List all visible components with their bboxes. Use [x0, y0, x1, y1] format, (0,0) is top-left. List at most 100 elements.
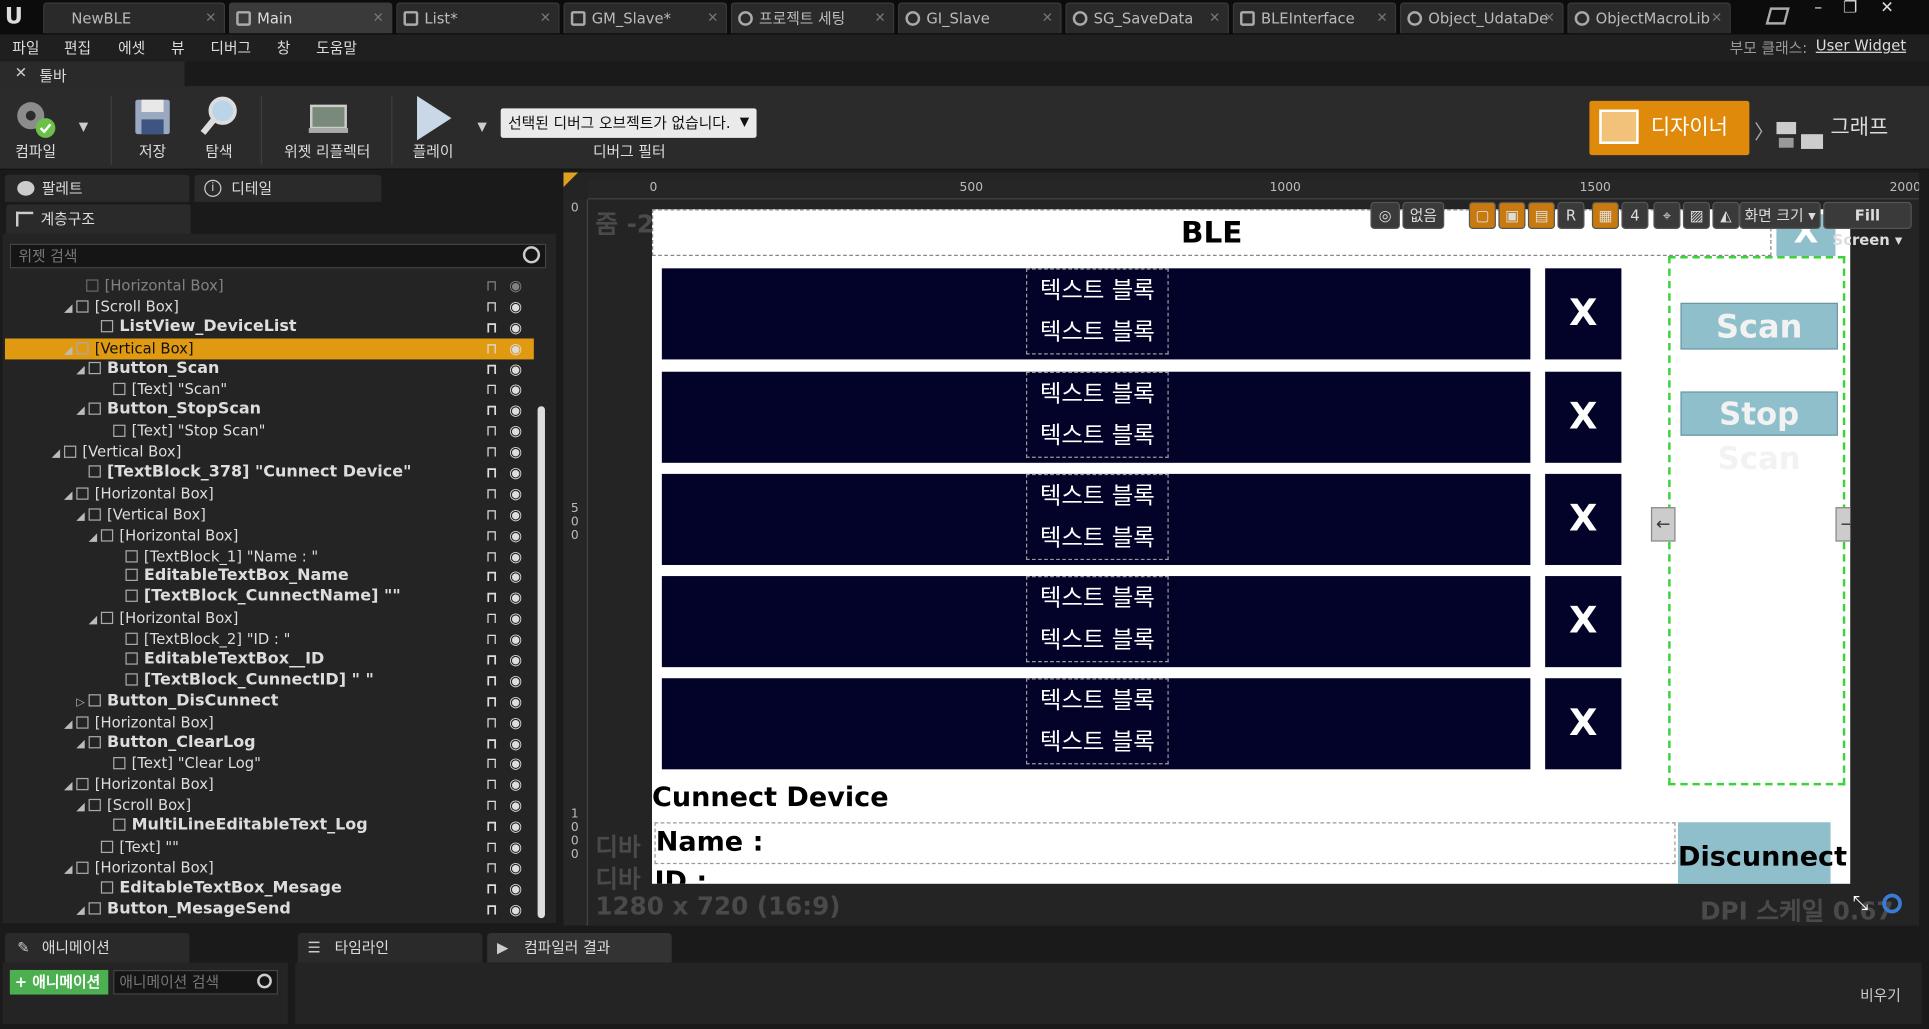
scan-vertical-box[interactable]: Scan Stop Scan	[1668, 256, 1846, 786]
visibility-eye-icon[interactable]: ◉	[509, 400, 522, 420]
lock-icon[interactable]: ▣	[1498, 201, 1526, 229]
outline-toggle-icon[interactable]: ▢	[1468, 201, 1496, 229]
tab-list[interactable]: List* ✕	[396, 2, 560, 34]
tab-close-icon[interactable]: ✕	[205, 4, 216, 34]
widget-canvas[interactable]: BLE X 텍스트 블록 텍스트 블록 X 텍스트 블록 텍스트 블록 X 텍스트 블록 텍스…	[652, 209, 1851, 884]
scan-button[interactable]: Scan	[1680, 302, 1838, 350]
visibility-eye-icon[interactable]: ◉	[509, 567, 522, 587]
play-dropdown-icon[interactable]: ▼	[477, 121, 486, 135]
grid-snap-icon[interactable]: ▦	[1591, 201, 1619, 229]
lock-icon[interactable]: ⊓	[486, 650, 498, 670]
add-animation-button[interactable]: + 애니메이션	[9, 969, 109, 995]
collapse-arrow-icon[interactable]: ◢	[76, 402, 88, 422]
tab-gi-slave[interactable]: GI_Slave ✕	[898, 2, 1062, 34]
lock-icon[interactable]: ⊓	[486, 899, 498, 919]
visibility-eye-icon[interactable]: ◉	[509, 546, 522, 566]
lock-icon[interactable]: ⊓	[486, 338, 498, 358]
collapse-arrow-icon[interactable]: ◢	[76, 507, 88, 527]
tree-row[interactable]: EditableTextBox_Mesage ⊓ ◉	[5, 879, 534, 900]
collapse-arrow-icon[interactable]: ◢	[76, 798, 88, 818]
collapse-arrow-icon[interactable]: ◢	[64, 341, 76, 361]
dpi-settings-gear-icon[interactable]	[1882, 893, 1902, 914]
screen-size-dropdown[interactable]: 화면 크기 ▾	[1739, 201, 1821, 229]
close-window-button[interactable]: ✕	[1872, 0, 1902, 20]
collapse-arrow-icon[interactable]: ◢	[89, 611, 101, 631]
hierarchy-scrollbar[interactable]	[537, 406, 545, 919]
lock-icon[interactable]: ⊓	[486, 837, 498, 857]
visibility-eye-icon[interactable]: ◉	[509, 442, 522, 462]
menu-help[interactable]: 도움말	[316, 37, 357, 58]
remove-device-button[interactable]: X	[1545, 576, 1622, 668]
remove-device-button[interactable]: X	[1545, 473, 1622, 565]
tab-main[interactable]: Main ✕	[228, 2, 393, 34]
collapse-arrow-icon[interactable]: ◢	[76, 734, 88, 754]
menu-view[interactable]: 뷰	[171, 37, 185, 58]
tree-row[interactable]: ◢ Button_ClearLog ⊓ ◉	[5, 733, 534, 754]
tree-row[interactable]: EditableTextBox__ID ⊓ ◉	[5, 650, 534, 671]
visibility-eye-icon[interactable]: ◉	[509, 276, 522, 296]
fill-screen-dropdown[interactable]: Fill Screen ▾	[1823, 201, 1912, 249]
tree-row[interactable]: EditableTextBox_Name ⊓ ◉	[5, 567, 534, 588]
lock-icon[interactable]: ⊓	[486, 775, 498, 795]
lock-icon[interactable]: ⊓	[486, 525, 498, 545]
menu-debug[interactable]: 디버그	[210, 37, 251, 58]
collapse-arrow-icon[interactable]: ◢	[76, 360, 88, 380]
tree-row[interactable]: [TextBlock_1] "Name : " ⊓ ◉	[5, 546, 534, 567]
browse-button[interactable]: 탐색	[194, 94, 243, 168]
content-browser-icon[interactable]	[1765, 7, 1790, 25]
tab-close-icon[interactable]: ✕	[1544, 4, 1555, 34]
tab-objectmacrolib[interactable]: ObjectMacroLib ✕	[1567, 2, 1731, 34]
device-list-item[interactable]: 텍스트 블록 텍스트 블록	[661, 678, 1531, 770]
device-list-item[interactable]: 텍스트 블록 텍스트 블록	[661, 473, 1531, 565]
tab-gm-slave[interactable]: GM_Slave* ✕	[563, 2, 728, 34]
lock-icon[interactable]: ⊓	[486, 588, 498, 608]
tree-row[interactable]: [TextBlock_378] "Cunnect Device" ⊓ ◉	[5, 463, 534, 484]
tree-row[interactable]: ◢ [Scroll Box] ⊓ ◉	[5, 795, 534, 816]
lock-icon[interactable]: ⊓	[486, 484, 498, 504]
menu-edit[interactable]: 편집	[64, 37, 91, 58]
lock-icon[interactable]: ⊓	[486, 297, 498, 317]
lock-icon[interactable]: ⊓	[486, 671, 498, 691]
designer-viewport[interactable]: 0 500 1000 1500 2000 0 5 0 0 1 0 0 0 줌 -2 디바 디…	[563, 172, 1920, 926]
visibility-eye-icon[interactable]: ◉	[509, 504, 522, 524]
tab-close-icon[interactable]: ✕	[372, 4, 383, 34]
minimize-button[interactable]: –	[1803, 0, 1833, 20]
lock-icon[interactable]: ⊓	[486, 858, 498, 878]
tab-close-icon[interactable]: ✕	[874, 4, 885, 34]
world-locale-icon[interactable]: ◎	[1370, 201, 1400, 229]
visibility-eye-icon[interactable]: ◉	[509, 712, 522, 732]
tree-row[interactable]: ◢ Button_Scan ⊓ ◉	[5, 359, 534, 380]
tree-row[interactable]: [Text] "Clear Log" ⊓ ◉	[5, 754, 534, 775]
resize-handle-icon[interactable]: ⤡	[1853, 891, 1869, 916]
lock-icon[interactable]: ⊓	[486, 733, 498, 753]
parent-class-link[interactable]: User Widget	[1816, 37, 1906, 54]
lock-icon[interactable]: ⊓	[486, 276, 498, 296]
tree-row[interactable]: [TextBlock_2] "ID : " ⊓ ◉	[5, 629, 534, 650]
tab-newble[interactable]: NewBLE ✕	[43, 2, 226, 34]
widget-reflector-button[interactable]: 위젯 리플렉터	[278, 94, 376, 168]
tree-row[interactable]: ◢ [Horizontal Box] ⊓ ◉	[5, 608, 534, 629]
visibility-eye-icon[interactable]: ◉	[509, 692, 522, 712]
lock-icon[interactable]: ⊓	[486, 629, 498, 649]
save-button[interactable]: 저장	[128, 94, 177, 168]
grid-size-button[interactable]: 4	[1621, 201, 1649, 229]
tree-row[interactable]: ◢ [Horizontal Box] ⊓ ◉	[5, 775, 534, 796]
lock-icon[interactable]: ⊓	[486, 754, 498, 774]
lock-icon[interactable]: ⊓	[486, 380, 498, 400]
lock-icon[interactable]: ⊓	[486, 692, 498, 712]
tree-row[interactable]: ◢ [Vertical Box] ⊓ ◉	[5, 504, 534, 525]
stop-scan-button[interactable]: Stop Scan	[1680, 391, 1838, 476]
visibility-eye-icon[interactable]: ◉	[509, 588, 522, 608]
tree-row[interactable]: [Text] "Scan" ⊓ ◉	[5, 380, 534, 401]
collapse-arrow-icon[interactable]: ◢	[52, 445, 64, 465]
widget-search-input[interactable]: 위젯 검색	[9, 243, 547, 269]
tree-row[interactable]: ListView_DeviceList ⊓ ◉	[5, 317, 534, 338]
tab-bleinterface[interactable]: BLEInterface ✕	[1232, 2, 1397, 34]
visibility-eye-icon[interactable]: ◉	[509, 837, 522, 857]
animation-search-input[interactable]: 애니메이션 검색	[113, 969, 279, 995]
tab-close-icon[interactable]: ✕	[1042, 4, 1053, 34]
tab-timeline[interactable]: ☰ 타임라인	[297, 933, 483, 963]
collapse-arrow-icon[interactable]: ◢	[64, 777, 76, 797]
r-toggle-button[interactable]: R	[1557, 201, 1585, 229]
visibility-eye-icon[interactable]: ◉	[509, 484, 522, 504]
